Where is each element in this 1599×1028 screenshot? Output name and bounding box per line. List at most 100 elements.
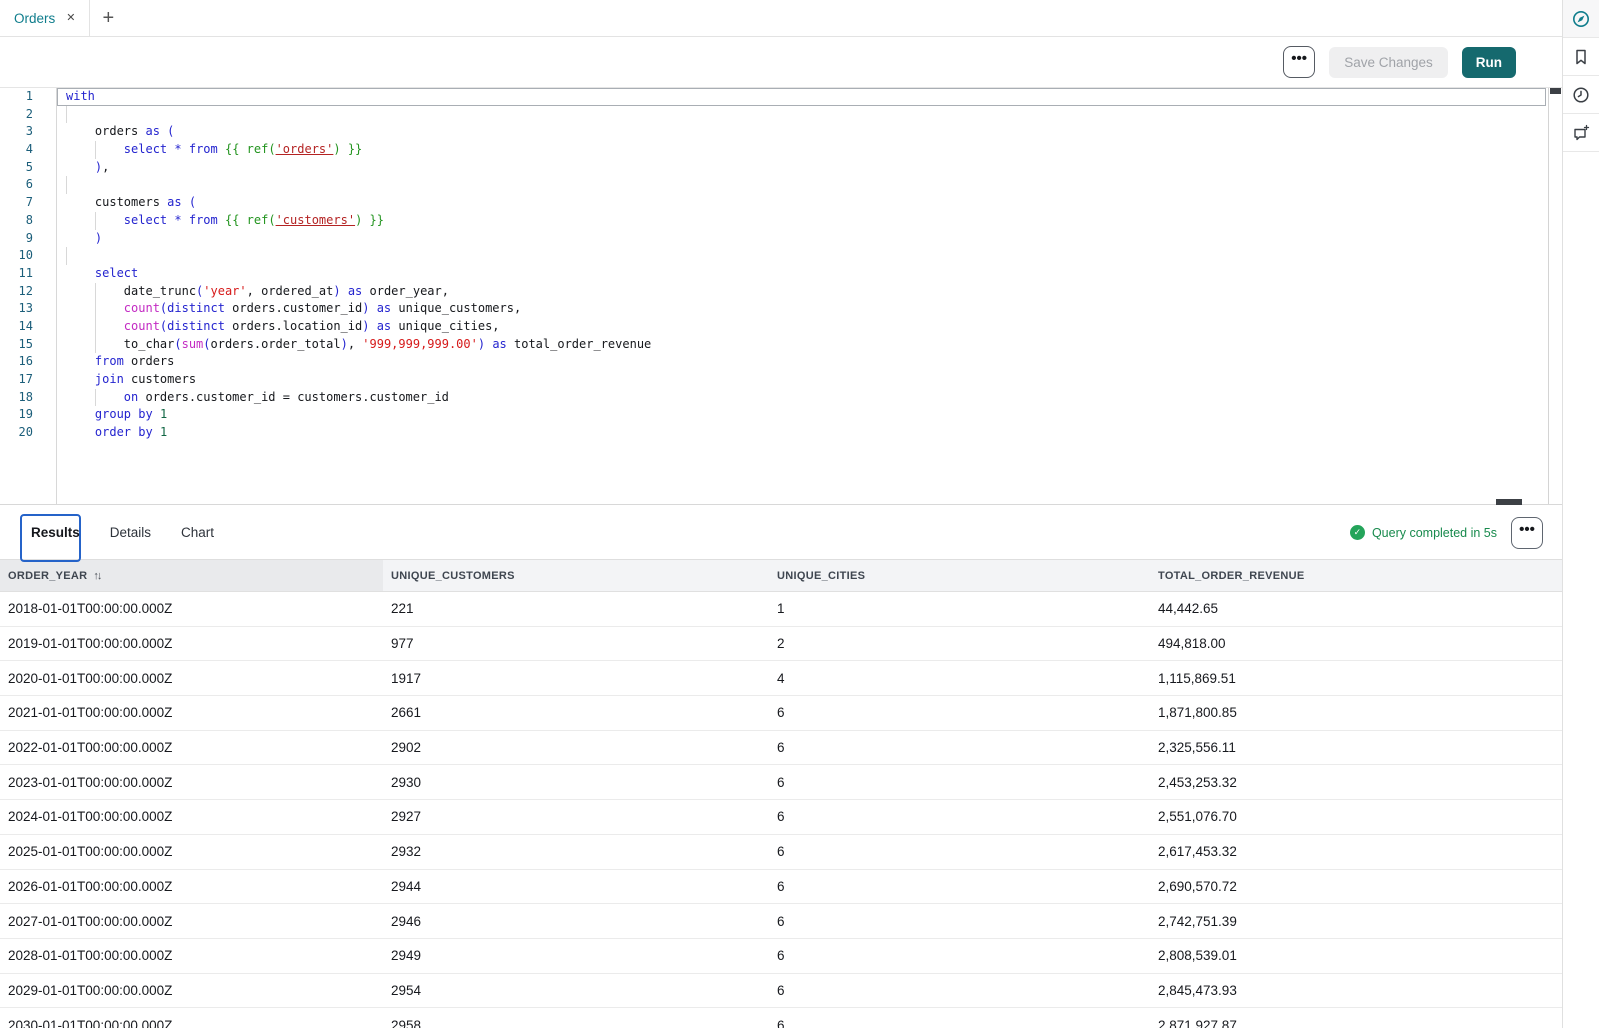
tab-orders[interactable]: Orders ✕ — [0, 0, 90, 36]
more-options-button[interactable]: ••• — [1283, 46, 1315, 78]
table-row: 2026-01-01T00:00:00.000Z294462,690,570.7… — [0, 870, 1562, 905]
indent-guide — [66, 176, 67, 194]
code-lines[interactable]: with orders as ( select * from {{ ref('o… — [58, 88, 1548, 504]
table-cell: 2,690,570.72 — [1150, 870, 1562, 904]
table-cell: 2029-01-01T00:00:00.000Z — [0, 974, 383, 1008]
table-cell: 2021-01-01T00:00:00.000Z — [0, 696, 383, 730]
table-cell: 6 — [769, 1008, 1150, 1028]
table-cell: 1 — [769, 592, 1150, 626]
indent-guide — [95, 283, 96, 301]
ai-chat-icon[interactable] — [1563, 114, 1599, 152]
table-cell: 2028-01-01T00:00:00.000Z — [0, 939, 383, 973]
line-number: 19 — [0, 406, 56, 424]
table-row: 2021-01-01T00:00:00.000Z266161,871,800.8… — [0, 696, 1562, 731]
line-number: 6 — [0, 176, 56, 194]
table-cell: 6 — [769, 870, 1150, 904]
table-row: 2023-01-01T00:00:00.000Z293062,453,253.3… — [0, 765, 1562, 800]
line-number: 7 — [0, 194, 56, 212]
indent-guide — [95, 336, 96, 354]
table-cell: 2020-01-01T00:00:00.000Z — [0, 661, 383, 695]
table-cell: 2025-01-01T00:00:00.000Z — [0, 835, 383, 869]
code-line: orders as ( — [58, 123, 1548, 141]
table-cell: 6 — [769, 765, 1150, 799]
code-line: count(distinct orders.customer_id) as un… — [58, 300, 1548, 318]
table-cell: 2019-01-01T00:00:00.000Z — [0, 627, 383, 661]
run-button[interactable]: Run — [1462, 47, 1516, 78]
line-number: 4 — [0, 141, 56, 159]
tab-chart[interactable]: Chart — [181, 525, 214, 540]
line-number: 11 — [0, 265, 56, 283]
history-icon[interactable] — [1563, 76, 1599, 114]
column-header-order-year[interactable]: ORDER_YEAR ↑↓ — [0, 560, 383, 591]
table-cell: 2927 — [383, 800, 769, 834]
tab-details[interactable]: Details — [110, 525, 151, 540]
column-header-unique-cities[interactable]: UNIQUE_CITIES — [769, 560, 1150, 591]
compass-icon[interactable] — [1563, 0, 1599, 38]
indent-guide — [95, 141, 96, 159]
line-number: 15 — [0, 336, 56, 354]
table-cell: 2902 — [383, 731, 769, 765]
sql-editor[interactable]: 1234567891011121314151617181920 with ord… — [0, 87, 1562, 505]
table-cell: 6 — [769, 696, 1150, 730]
indent-guide — [95, 212, 96, 230]
table-cell: 2 — [769, 627, 1150, 661]
table-cell: 2030-01-01T00:00:00.000Z — [0, 1008, 383, 1028]
line-number: 18 — [0, 389, 56, 407]
table-row: 2029-01-01T00:00:00.000Z295462,845,473.9… — [0, 974, 1562, 1009]
table-cell: 2,617,453.32 — [1150, 835, 1562, 869]
code-line: from orders — [58, 353, 1548, 371]
table-cell: 6 — [769, 731, 1150, 765]
code-line: order by 1 — [58, 424, 1548, 442]
indent-guide — [95, 318, 96, 336]
scrollbar-thumb[interactable] — [1550, 88, 1561, 94]
indent-guide — [95, 389, 96, 407]
line-number: 17 — [0, 371, 56, 389]
code-line — [58, 247, 1548, 265]
table-cell: 2024-01-01T00:00:00.000Z — [0, 800, 383, 834]
column-label: UNIQUE_CUSTOMERS — [391, 570, 515, 582]
save-changes-button[interactable]: Save Changes — [1329, 47, 1448, 78]
line-number: 16 — [0, 353, 56, 371]
column-header-unique-customers[interactable]: UNIQUE_CUSTOMERS — [383, 560, 769, 591]
table-cell: 2018-01-01T00:00:00.000Z — [0, 592, 383, 626]
table-cell: 2,845,473.93 — [1150, 974, 1562, 1008]
table-cell: 4 — [769, 661, 1150, 695]
new-tab-button[interactable]: + — [90, 0, 126, 36]
sidebar-spacer — [1563, 152, 1599, 1028]
table-row: 2018-01-01T00:00:00.000Z221144,442.65 — [0, 592, 1562, 627]
editor-vertical-scrollbar[interactable] — [1548, 88, 1562, 504]
column-header-total-order-revenue[interactable]: TOTAL_ORDER_REVENUE — [1150, 560, 1562, 591]
table-cell: 44,442.65 — [1150, 592, 1562, 626]
table-row: 2030-01-01T00:00:00.000Z295862,871,927.8… — [0, 1008, 1562, 1028]
code-line — [58, 106, 1548, 124]
table-cell: 2,453,253.32 — [1150, 765, 1562, 799]
results-more-button[interactable]: ••• — [1511, 517, 1543, 549]
line-number: 2 — [0, 106, 56, 124]
table-header: ORDER_YEAR ↑↓ UNIQUE_CUSTOMERS UNIQUE_CI… — [0, 560, 1562, 592]
code-line: ) — [58, 230, 1548, 248]
code-line: select * from {{ ref('customers') }} — [58, 212, 1548, 230]
table-cell: 2,808,539.01 — [1150, 939, 1562, 973]
sort-icon[interactable]: ↑↓ — [93, 570, 100, 582]
table-row: 2019-01-01T00:00:00.000Z9772494,818.00 — [0, 627, 1562, 662]
table-cell: 6 — [769, 800, 1150, 834]
status-text: Query completed in 5s — [1372, 526, 1497, 540]
table-cell: 2022-01-01T00:00:00.000Z — [0, 731, 383, 765]
column-label: UNIQUE_CITIES — [777, 570, 865, 582]
table-cell: 6 — [769, 835, 1150, 869]
table-row: 2022-01-01T00:00:00.000Z290262,325,556.1… — [0, 731, 1562, 766]
table-cell: 6 — [769, 904, 1150, 938]
table-cell: 2026-01-01T00:00:00.000Z — [0, 870, 383, 904]
table-body: 2018-01-01T00:00:00.000Z221144,442.65201… — [0, 592, 1562, 1028]
table-cell: 977 — [383, 627, 769, 661]
table-row: 2024-01-01T00:00:00.000Z292762,551,076.7… — [0, 800, 1562, 835]
indent-guide — [66, 106, 67, 124]
close-icon[interactable]: ✕ — [66, 13, 75, 24]
tab-results[interactable]: Results — [31, 525, 80, 540]
line-number: 3 — [0, 123, 56, 141]
bookmark-icon[interactable] — [1563, 38, 1599, 76]
table-cell: 2958 — [383, 1008, 769, 1028]
table-cell: 221 — [383, 592, 769, 626]
line-number: 12 — [0, 283, 56, 301]
code-line: customers as ( — [58, 194, 1548, 212]
